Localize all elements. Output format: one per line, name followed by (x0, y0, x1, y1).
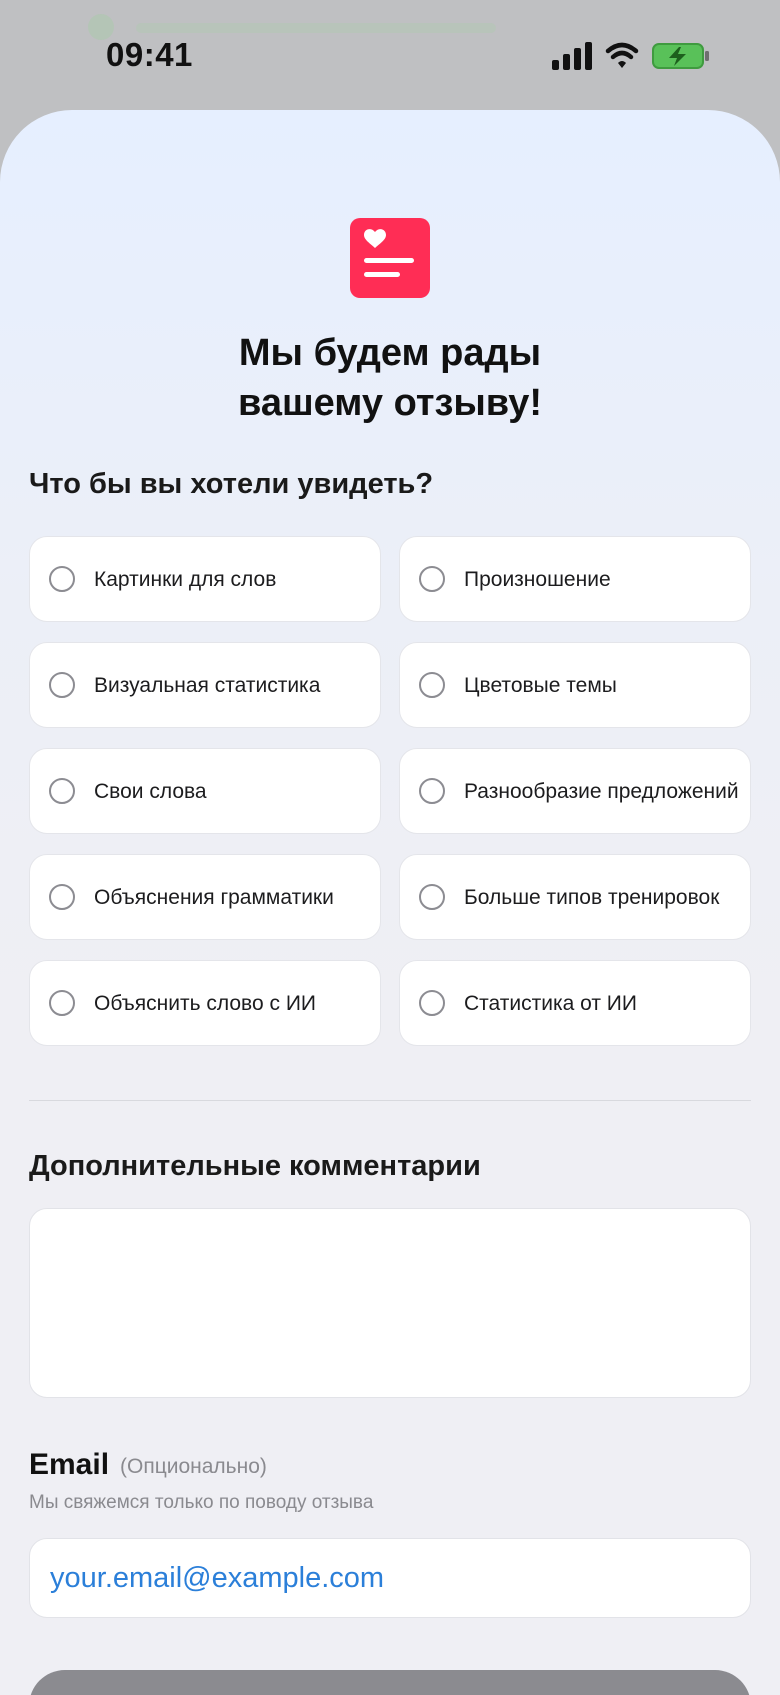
option-card[interactable]: Визуальная статистика (29, 642, 381, 728)
email-hint: Мы свяжемся только по поводу отзыва (29, 1492, 374, 1513)
option-card[interactable]: Объяснить слово с ИИ (29, 960, 381, 1046)
submit-button[interactable] (29, 1670, 751, 1695)
page-title-line-1: Мы будем рады (238, 332, 542, 374)
email-label: Email (29, 1448, 110, 1481)
email-optional-label: (Опционально) (120, 1455, 267, 1478)
option-label: Статистика от ИИ (464, 992, 637, 1015)
status-icons (552, 40, 712, 76)
radio-button[interactable] (49, 566, 75, 592)
option-card[interactable]: Объяснения грамматики (29, 854, 381, 940)
feedback-sheet: Мы будем рады вашему отзыву! Что бы вы х… (0, 110, 780, 1695)
wifi-icon (605, 42, 639, 68)
comments-textarea[interactable] (29, 1208, 751, 1398)
option-label: Произношение (464, 568, 611, 591)
option-card[interactable]: Свои слова (29, 748, 381, 834)
option-label: Визуальная статистика (94, 674, 321, 697)
cellular-signal-icon (552, 42, 709, 70)
option-label: Разнообразие предложений (464, 780, 739, 803)
option-label: Картинки для слов (94, 568, 277, 591)
option-label: Свои слова (94, 780, 207, 803)
radio-button[interactable] (419, 672, 445, 698)
radio-button[interactable] (419, 884, 445, 910)
email-field[interactable] (29, 1538, 751, 1618)
option-card[interactable]: Разнообразие предложений (399, 748, 751, 834)
status-time: 09:41 (106, 36, 193, 73)
status-bar: 09:41 (0, 0, 780, 110)
features-section-title: Что бы вы хотели увидеть? (29, 468, 434, 500)
radio-button[interactable] (49, 778, 75, 804)
comments-section-title: Дополнительные комментарии (29, 1150, 481, 1182)
option-label: Больше типов тренировок (464, 886, 720, 909)
page-title-line-2: вашему отзыву! (237, 382, 543, 424)
radio-button[interactable] (419, 990, 445, 1016)
radio-button[interactable] (49, 672, 75, 698)
radio-button[interactable] (49, 990, 75, 1016)
option-card[interactable]: Цветовые темы (399, 642, 751, 728)
option-label: Цветовые темы (464, 674, 617, 697)
radio-button[interactable] (419, 566, 445, 592)
radio-button[interactable] (419, 778, 445, 804)
background-notification-text (136, 23, 496, 33)
option-card[interactable]: Больше типов тренировок (399, 854, 751, 940)
battery-icon (652, 43, 709, 69)
option-card[interactable]: Статистика от ИИ (399, 960, 751, 1046)
heart-document-icon (350, 218, 430, 298)
option-label: Объяснения грамматики (94, 886, 334, 909)
option-card[interactable]: Произношение (399, 536, 751, 622)
option-card[interactable]: Картинки для слов (29, 536, 381, 622)
section-divider (29, 1100, 751, 1101)
page-title: Мы будем рады вашему отзыву! (0, 328, 780, 428)
option-label: Объяснить слово с ИИ (94, 992, 317, 1015)
radio-button[interactable] (49, 884, 75, 910)
